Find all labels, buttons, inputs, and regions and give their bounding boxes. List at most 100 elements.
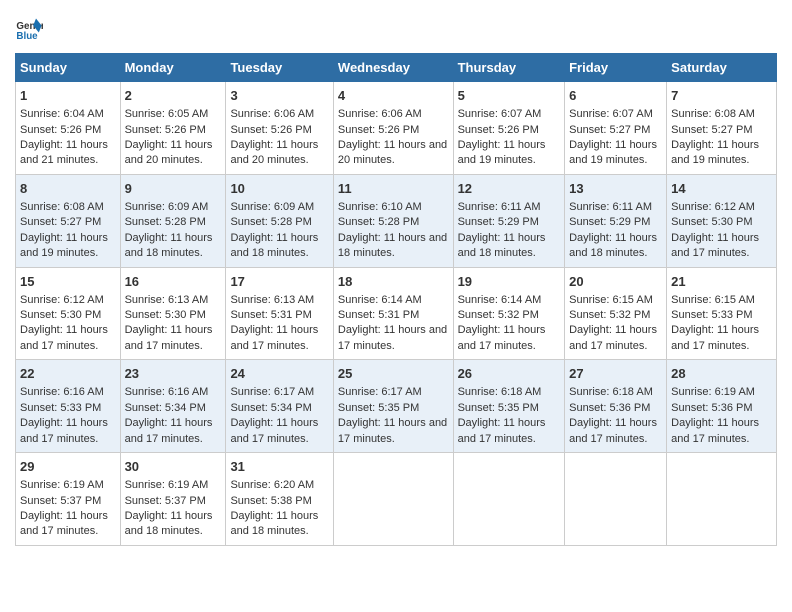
daylight-text: Daylight: 11 hours and 17 minutes. [230, 417, 318, 444]
daylight-text: Daylight: 11 hours and 17 minutes. [671, 232, 759, 259]
sunrise-text: Sunrise: 6:16 AM [20, 386, 104, 398]
sunrise-text: Sunrise: 6:05 AM [125, 108, 209, 120]
day-number: 3 [230, 87, 328, 105]
calendar-cell: 23 Sunrise: 6:16 AM Sunset: 5:34 PM Dayl… [120, 360, 226, 453]
day-number: 11 [338, 180, 449, 198]
calendar-week-row: 29 Sunrise: 6:19 AM Sunset: 5:37 PM Dayl… [16, 453, 777, 546]
calendar-cell: 29 Sunrise: 6:19 AM Sunset: 5:37 PM Dayl… [16, 453, 121, 546]
calendar-cell: 27 Sunrise: 6:18 AM Sunset: 5:36 PM Dayl… [565, 360, 667, 453]
day-number: 29 [20, 458, 116, 476]
day-number: 17 [230, 273, 328, 291]
sunset-text: Sunset: 5:27 PM [569, 124, 650, 136]
sunset-text: Sunset: 5:32 PM [569, 309, 650, 321]
daylight-text: Daylight: 11 hours and 17 minutes. [20, 510, 108, 537]
calendar-cell: 3 Sunrise: 6:06 AM Sunset: 5:26 PM Dayli… [226, 82, 333, 175]
daylight-text: Daylight: 11 hours and 18 minutes. [458, 232, 546, 259]
calendar-cell: 25 Sunrise: 6:17 AM Sunset: 5:35 PM Dayl… [333, 360, 453, 453]
day-number: 15 [20, 273, 116, 291]
sunset-text: Sunset: 5:28 PM [125, 216, 206, 228]
calendar-header-wednesday: Wednesday [333, 54, 453, 82]
sunrise-text: Sunrise: 6:09 AM [230, 201, 314, 213]
calendar-week-row: 1 Sunrise: 6:04 AM Sunset: 5:26 PM Dayli… [16, 82, 777, 175]
daylight-text: Daylight: 11 hours and 17 minutes. [338, 324, 447, 351]
sunset-text: Sunset: 5:37 PM [125, 495, 206, 507]
sunrise-text: Sunrise: 6:06 AM [230, 108, 314, 120]
sunset-text: Sunset: 5:26 PM [230, 124, 311, 136]
calendar-cell [667, 453, 777, 546]
sunrise-text: Sunrise: 6:12 AM [20, 294, 104, 306]
sunset-text: Sunset: 5:29 PM [458, 216, 539, 228]
sunset-text: Sunset: 5:36 PM [569, 402, 650, 414]
calendar-cell: 26 Sunrise: 6:18 AM Sunset: 5:35 PM Dayl… [453, 360, 565, 453]
daylight-text: Daylight: 11 hours and 17 minutes. [458, 417, 546, 444]
day-number: 10 [230, 180, 328, 198]
sunrise-text: Sunrise: 6:13 AM [125, 294, 209, 306]
calendar-cell: 4 Sunrise: 6:06 AM Sunset: 5:26 PM Dayli… [333, 82, 453, 175]
page-header: General Blue [15, 15, 777, 43]
day-number: 28 [671, 365, 772, 383]
daylight-text: Daylight: 11 hours and 17 minutes. [458, 324, 546, 351]
sunrise-text: Sunrise: 6:20 AM [230, 479, 314, 491]
sunset-text: Sunset: 5:34 PM [230, 402, 311, 414]
day-number: 19 [458, 273, 561, 291]
day-number: 22 [20, 365, 116, 383]
sunrise-text: Sunrise: 6:14 AM [458, 294, 542, 306]
sunrise-text: Sunrise: 6:04 AM [20, 108, 104, 120]
sunset-text: Sunset: 5:32 PM [458, 309, 539, 321]
calendar-table: SundayMondayTuesdayWednesdayThursdayFrid… [15, 53, 777, 546]
sunrise-text: Sunrise: 6:15 AM [671, 294, 755, 306]
day-number: 23 [125, 365, 222, 383]
daylight-text: Daylight: 11 hours and 17 minutes. [125, 417, 213, 444]
sunrise-text: Sunrise: 6:16 AM [125, 386, 209, 398]
day-number: 20 [569, 273, 662, 291]
sunrise-text: Sunrise: 6:18 AM [458, 386, 542, 398]
daylight-text: Daylight: 11 hours and 17 minutes. [20, 417, 108, 444]
day-number: 4 [338, 87, 449, 105]
sunrise-text: Sunrise: 6:14 AM [338, 294, 422, 306]
calendar-cell: 11 Sunrise: 6:10 AM Sunset: 5:28 PM Dayl… [333, 174, 453, 267]
daylight-text: Daylight: 11 hours and 17 minutes. [230, 324, 318, 351]
sunset-text: Sunset: 5:33 PM [671, 309, 752, 321]
calendar-cell: 8 Sunrise: 6:08 AM Sunset: 5:27 PM Dayli… [16, 174, 121, 267]
sunrise-text: Sunrise: 6:17 AM [230, 386, 314, 398]
sunset-text: Sunset: 5:26 PM [125, 124, 206, 136]
sunrise-text: Sunrise: 6:13 AM [230, 294, 314, 306]
calendar-header-tuesday: Tuesday [226, 54, 333, 82]
calendar-header-friday: Friday [565, 54, 667, 82]
calendar-header-monday: Monday [120, 54, 226, 82]
day-number: 26 [458, 365, 561, 383]
daylight-text: Daylight: 11 hours and 20 minutes. [230, 139, 318, 166]
sunrise-text: Sunrise: 6:11 AM [458, 201, 541, 213]
calendar-cell: 12 Sunrise: 6:11 AM Sunset: 5:29 PM Dayl… [453, 174, 565, 267]
daylight-text: Daylight: 11 hours and 17 minutes. [569, 324, 657, 351]
sunset-text: Sunset: 5:31 PM [338, 309, 419, 321]
sunrise-text: Sunrise: 6:19 AM [671, 386, 755, 398]
daylight-text: Daylight: 11 hours and 18 minutes. [125, 510, 213, 537]
daylight-text: Daylight: 11 hours and 19 minutes. [20, 232, 108, 259]
sunset-text: Sunset: 5:26 PM [20, 124, 101, 136]
calendar-cell: 10 Sunrise: 6:09 AM Sunset: 5:28 PM Dayl… [226, 174, 333, 267]
sunrise-text: Sunrise: 6:06 AM [338, 108, 422, 120]
day-number: 30 [125, 458, 222, 476]
sunset-text: Sunset: 5:30 PM [125, 309, 206, 321]
sunrise-text: Sunrise: 6:07 AM [458, 108, 542, 120]
sunset-text: Sunset: 5:33 PM [20, 402, 101, 414]
logo: General Blue [15, 15, 47, 43]
daylight-text: Daylight: 11 hours and 19 minutes. [671, 139, 759, 166]
daylight-text: Daylight: 11 hours and 17 minutes. [125, 324, 213, 351]
sunset-text: Sunset: 5:28 PM [338, 216, 419, 228]
calendar-cell: 18 Sunrise: 6:14 AM Sunset: 5:31 PM Dayl… [333, 267, 453, 360]
day-number: 8 [20, 180, 116, 198]
calendar-cell: 2 Sunrise: 6:05 AM Sunset: 5:26 PM Dayli… [120, 82, 226, 175]
sunset-text: Sunset: 5:27 PM [20, 216, 101, 228]
sunset-text: Sunset: 5:36 PM [671, 402, 752, 414]
daylight-text: Daylight: 11 hours and 18 minutes. [230, 510, 318, 537]
sunrise-text: Sunrise: 6:19 AM [125, 479, 209, 491]
calendar-cell: 30 Sunrise: 6:19 AM Sunset: 5:37 PM Dayl… [120, 453, 226, 546]
day-number: 5 [458, 87, 561, 105]
day-number: 6 [569, 87, 662, 105]
calendar-cell [453, 453, 565, 546]
calendar-cell: 9 Sunrise: 6:09 AM Sunset: 5:28 PM Dayli… [120, 174, 226, 267]
day-number: 31 [230, 458, 328, 476]
daylight-text: Daylight: 11 hours and 17 minutes. [671, 324, 759, 351]
